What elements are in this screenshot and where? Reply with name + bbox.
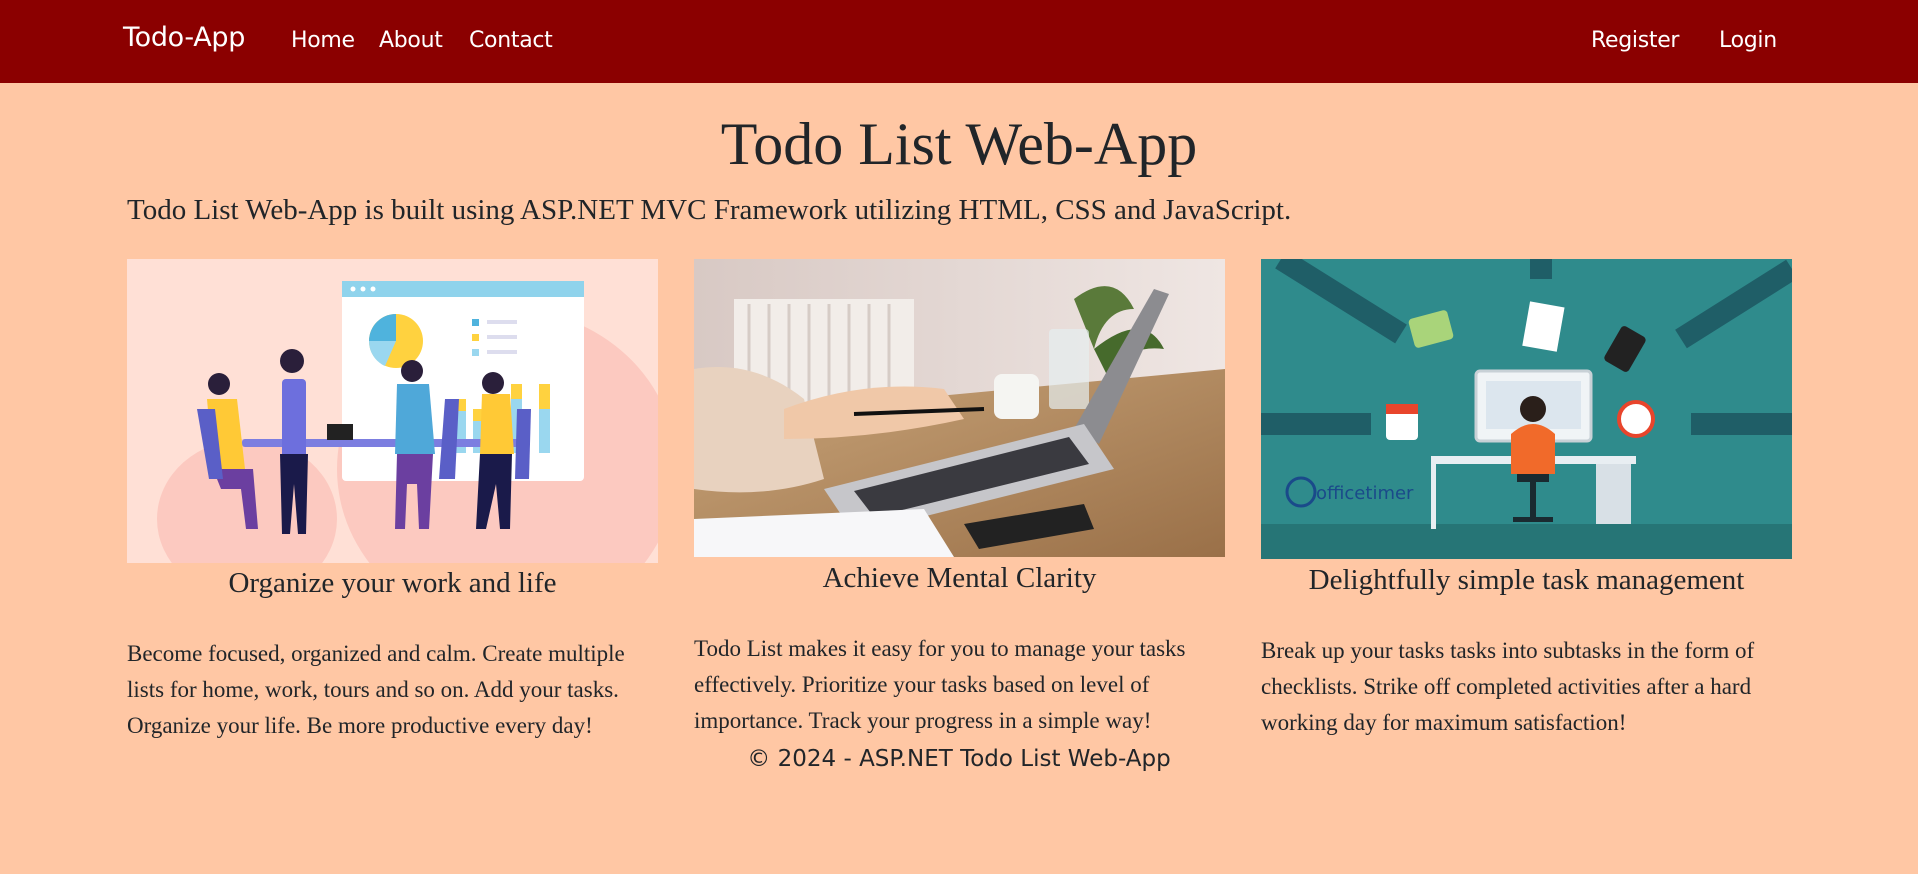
page-title: Todo List Web-App — [720, 111, 1198, 177]
brand-link[interactable]: Todo-App — [123, 22, 245, 53]
task-management-illustration: officetimer — [1261, 259, 1792, 559]
card-heading: Achieve Mental Clarity — [822, 562, 1097, 594]
team-meeting-illustration — [127, 259, 658, 563]
card-heading: Organize your work and life — [228, 567, 557, 599]
login-link[interactable]: Login — [1719, 28, 1777, 53]
nav-about-link[interactable]: About — [379, 28, 443, 53]
nav-contact-link[interactable]: Contact — [469, 28, 553, 53]
card-text: Become focused, organized and calm. Crea… — [127, 641, 625, 738]
lead-text: Todo List Web-App is built using ASP.NET… — [127, 194, 1292, 226]
register-link[interactable]: Register — [1591, 28, 1679, 53]
laptop-typing-photo — [694, 259, 1225, 557]
top-navbar: Todo-App Home About Contact Register Log… — [0, 0, 1918, 83]
footer-copyright: © 2024 - ASP.NET Todo List Web-App — [747, 746, 1171, 772]
card-text: Break up your tasks tasks into subtasks … — [1261, 638, 1755, 735]
nav-home-link[interactable]: Home — [291, 28, 355, 53]
officetimer-logo-text: officetimer — [1316, 483, 1414, 504]
card-text: Todo List makes it easy for you to manag… — [694, 636, 1186, 733]
card-heading: Delightfully simple task management — [1308, 564, 1745, 596]
